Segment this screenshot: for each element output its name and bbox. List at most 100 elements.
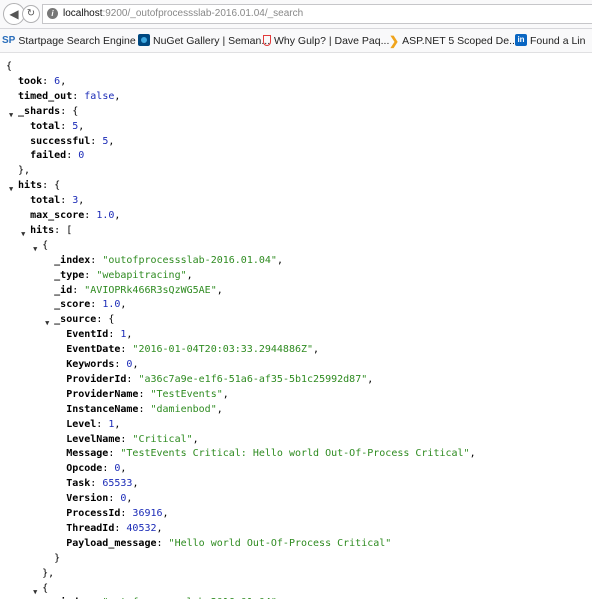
json-line: took: 6, bbox=[18, 75, 66, 90]
json-number: 36916 bbox=[132, 508, 163, 519]
json-punct: : { bbox=[96, 314, 115, 326]
bookmark-item[interactable]: in Found a Lin bbox=[515, 34, 585, 48]
json-key: _source bbox=[54, 314, 97, 326]
json-string: "a36c7a9e-e1f6-51a6-af35-5b1c25992d87" bbox=[138, 373, 368, 385]
bookmark-item[interactable]: Why Gulp? | Dave Paq... bbox=[263, 34, 389, 48]
json-line: total: 5, bbox=[30, 120, 84, 135]
json-line: _index: "outofprocessslab-2016.01.04", bbox=[54, 254, 283, 269]
collapse-toggle-icon[interactable]: ▼ bbox=[9, 182, 13, 197]
collapse-toggle-icon[interactable]: ▼ bbox=[9, 108, 13, 123]
site-info-icon[interactable]: i bbox=[47, 8, 58, 19]
json-line: _source: { bbox=[54, 313, 114, 328]
json-punct: , bbox=[216, 284, 223, 296]
json-key: hits bbox=[30, 224, 55, 236]
json-key: EventId bbox=[66, 329, 109, 341]
json-line: _score: 1.0, bbox=[54, 298, 126, 313]
json-punct: , bbox=[222, 388, 229, 400]
json-punct: , bbox=[126, 329, 133, 341]
json-number: 0 bbox=[78, 150, 85, 162]
url-host: localhost bbox=[63, 8, 103, 19]
json-boolean: false bbox=[84, 90, 115, 102]
json-line: Level: 1, bbox=[66, 418, 120, 433]
json-punct: , bbox=[126, 493, 133, 505]
json-key: _index bbox=[54, 254, 91, 266]
json-punct: : bbox=[96, 418, 109, 430]
json-punct: , bbox=[120, 299, 127, 311]
json-key: Task bbox=[66, 478, 91, 490]
json-punct: : bbox=[126, 373, 139, 385]
json-key: Message bbox=[66, 448, 109, 460]
json-punct: : bbox=[84, 269, 97, 281]
json-key: _id bbox=[54, 284, 73, 296]
json-punct: : bbox=[66, 150, 79, 162]
json-punct: : bbox=[120, 344, 133, 356]
json-string: "damienbod" bbox=[150, 403, 217, 415]
collapse-toggle-icon[interactable]: ▼ bbox=[33, 242, 37, 257]
json-key: Payload_message bbox=[66, 537, 157, 549]
reload-icon: ↻ bbox=[26, 8, 36, 19]
nuget-icon bbox=[138, 34, 150, 47]
json-line: ProviderName: "TestEvents", bbox=[66, 388, 229, 403]
json-line: total: 3, bbox=[30, 194, 84, 209]
json-punct: , bbox=[114, 210, 121, 221]
json-key: ProviderId bbox=[66, 373, 127, 385]
json-line: successful: 5, bbox=[30, 135, 114, 150]
json-punct: : bbox=[120, 433, 133, 445]
gulp-icon bbox=[263, 34, 271, 46]
json-line: _type: "webapitracing", bbox=[54, 269, 193, 284]
json-key: failed bbox=[30, 150, 67, 162]
bookmark-item[interactable]: ❯ ASP.NET 5 Scoped De... bbox=[389, 34, 518, 48]
bookmark-label: ASP.NET 5 Scoped De... bbox=[402, 35, 518, 47]
json-punct: { bbox=[42, 582, 49, 594]
json-punct: , bbox=[114, 90, 121, 102]
collapse-toggle-icon[interactable]: ▼ bbox=[33, 585, 37, 599]
json-punct: , bbox=[114, 418, 121, 430]
json-punct: , bbox=[192, 433, 199, 445]
json-punct: }, bbox=[18, 165, 31, 177]
json-line: Message: "TestEvents Critical: Hello wor… bbox=[66, 447, 475, 462]
json-punct: : bbox=[60, 195, 73, 207]
collapse-toggle-icon[interactable]: ▼ bbox=[45, 316, 49, 331]
json-key: ProviderName bbox=[66, 388, 139, 400]
back-arrow-icon: ◀ bbox=[9, 7, 19, 21]
json-line: LevelName: "Critical", bbox=[66, 433, 198, 448]
bookmark-item[interactable]: SP Startpage Search Engine bbox=[2, 34, 136, 48]
json-key: ProcessId bbox=[66, 508, 121, 519]
json-punct: : bbox=[84, 210, 97, 221]
url-input[interactable]: i localhost:9200/_outofprocessslab-2016.… bbox=[42, 4, 592, 24]
bookmark-item[interactable]: NuGet Gallery | Seman... bbox=[138, 34, 270, 48]
json-punct: , bbox=[469, 448, 476, 460]
json-key: _type bbox=[54, 269, 85, 281]
json-punct: , bbox=[78, 120, 85, 132]
json-line: { bbox=[42, 582, 48, 597]
json-punct: , bbox=[162, 508, 169, 519]
json-punct: : bbox=[90, 478, 103, 490]
json-punct: : bbox=[138, 403, 151, 415]
json-key: EventDate bbox=[66, 344, 121, 356]
json-punct: , bbox=[276, 254, 283, 266]
json-punct: , bbox=[132, 359, 139, 370]
json-key: LevelName bbox=[66, 433, 121, 445]
json-string: "webapitracing" bbox=[96, 269, 187, 281]
json-key: timed_out bbox=[18, 90, 73, 102]
url-path: :9200/_outofprocessslab-2016.01.04/_sear… bbox=[102, 8, 304, 19]
json-line: { bbox=[6, 60, 12, 75]
json-key: took bbox=[18, 75, 43, 87]
collapse-toggle-icon[interactable]: ▼ bbox=[21, 227, 25, 242]
json-punct: { bbox=[42, 239, 49, 251]
json-line: Payload_message: "Hello world Out-Of-Pro… bbox=[66, 537, 391, 552]
json-punct: { bbox=[6, 61, 13, 72]
json-number: 1.0 bbox=[96, 210, 115, 221]
json-key: _shards bbox=[18, 105, 61, 117]
json-number: 65533 bbox=[102, 478, 133, 490]
json-punct: } bbox=[54, 552, 61, 564]
json-string: "Hello world Out-Of-Process Critical" bbox=[168, 537, 392, 549]
json-punct: : bbox=[108, 493, 121, 505]
json-punct: : bbox=[42, 75, 55, 87]
json-line: hits: [ bbox=[30, 224, 72, 239]
json-punct: : bbox=[72, 284, 85, 296]
json-line: Opcode: 0, bbox=[66, 462, 126, 477]
json-punct: : bbox=[138, 388, 151, 400]
reload-button[interactable]: ↻ bbox=[22, 5, 40, 23]
json-number: 40532 bbox=[126, 522, 157, 534]
